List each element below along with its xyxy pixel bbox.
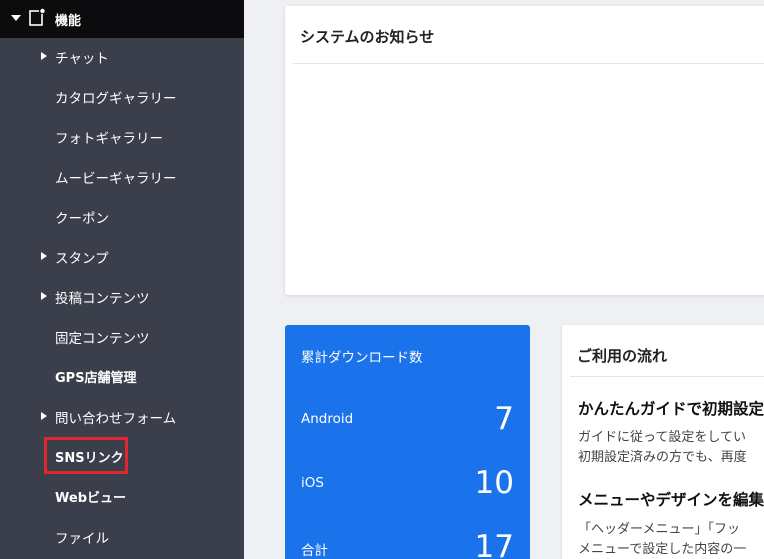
sidebar-item-label: カタログギャラリー bbox=[55, 91, 177, 107]
sidebar-item-inquiry-form[interactable]: 問い合わせフォーム bbox=[0, 397, 244, 437]
sidebar-item-label: ムービーギャラリー bbox=[55, 171, 177, 187]
sidebar-item-label: 問い合わせフォーム bbox=[55, 411, 177, 427]
sidebar-item-gps-store[interactable]: GPS店舗管理 bbox=[0, 357, 244, 397]
sidebar: 機能 チャット カタログギャラリー フォトギャラリー ムービーギャラリー クーポ… bbox=[0, 0, 244, 559]
guide-heading[interactable]: かんたんガイドで初期設定 bbox=[578, 397, 764, 419]
download-count-card: 累計ダウンロード数 Android 7 iOS 10 合計 17 bbox=[285, 325, 530, 559]
sidebar-item-photo-gallery[interactable]: フォトギャラリー bbox=[0, 117, 244, 157]
sidebar-item-label: GPS店舗管理 bbox=[55, 371, 137, 386]
android-count: 7 bbox=[494, 401, 514, 437]
caret-down-icon bbox=[11, 15, 21, 21]
sidebar-item-stamp[interactable]: スタンプ bbox=[0, 237, 244, 277]
usage-flow-title: ご利用の流れ bbox=[577, 347, 668, 365]
guide-text-line: ガイドに従って設定をしてい bbox=[578, 430, 746, 445]
sidebar-item-label: 投稿コンテンツ bbox=[55, 291, 150, 307]
edit-menu-heading[interactable]: メニューやデザインを編集 bbox=[578, 488, 764, 510]
ios-label: iOS bbox=[301, 475, 324, 491]
caret-right-icon bbox=[41, 292, 47, 300]
sidebar-item-movie-gallery[interactable]: ムービーギャラリー bbox=[0, 157, 244, 197]
caret-right-icon bbox=[41, 412, 47, 420]
sidebar-item-label: ファイル bbox=[55, 531, 109, 547]
sidebar-item-label: 固定コンテンツ bbox=[55, 331, 150, 347]
edit-menu-text-line: メニューで設定した内容の一 bbox=[578, 542, 747, 557]
sidebar-item-file[interactable]: ファイル bbox=[0, 517, 244, 557]
guide-text-line: 初期設定済みの方でも、再度 bbox=[578, 450, 747, 465]
sidebar-item-coupon[interactable]: クーポン bbox=[0, 197, 244, 237]
sidebar-item-label: チャット bbox=[55, 51, 109, 67]
download-count-title: 累計ダウンロード数 bbox=[301, 350, 423, 366]
sidebar-item-chat[interactable]: チャット bbox=[0, 37, 244, 77]
sidebar-item-posted-content[interactable]: 投稿コンテンツ bbox=[0, 277, 244, 317]
sidebar-item-webview[interactable]: Webビュー bbox=[0, 477, 244, 517]
sidebar-item-label: クーポン bbox=[55, 211, 109, 227]
sidebar-item-catalog-gallery[interactable]: カタログギャラリー bbox=[0, 77, 244, 117]
total-count: 17 bbox=[474, 529, 514, 559]
android-label: Android bbox=[301, 411, 354, 427]
sidebar-header[interactable]: 機能 bbox=[0, 0, 244, 38]
highlight-box bbox=[44, 437, 128, 474]
divider bbox=[293, 63, 764, 64]
edit-menu-text-line: 「ヘッダーメニュー」「フッ bbox=[578, 522, 740, 537]
caret-right-icon bbox=[41, 52, 47, 60]
caret-right-icon bbox=[41, 252, 47, 260]
ios-count: 10 bbox=[474, 465, 514, 501]
feature-icon bbox=[29, 8, 45, 26]
usage-flow-card: ご利用の流れ かんたんガイドで初期設定 ガイドに従って設定をしてい 初期設定済み… bbox=[562, 325, 764, 559]
sidebar-item-fixed-content[interactable]: 固定コンテンツ bbox=[0, 317, 244, 357]
sidebar-header-title: 機能 bbox=[55, 14, 82, 29]
sidebar-item-label: スタンプ bbox=[55, 251, 109, 267]
total-label: 合計 bbox=[301, 543, 328, 559]
sidebar-item-label: Webビュー bbox=[55, 491, 126, 506]
sidebar-item-label: フォトギャラリー bbox=[55, 131, 163, 147]
system-notice-card: システムのお知らせ bbox=[285, 6, 764, 295]
divider bbox=[570, 376, 764, 377]
system-notice-title: システムのお知らせ bbox=[300, 28, 435, 46]
